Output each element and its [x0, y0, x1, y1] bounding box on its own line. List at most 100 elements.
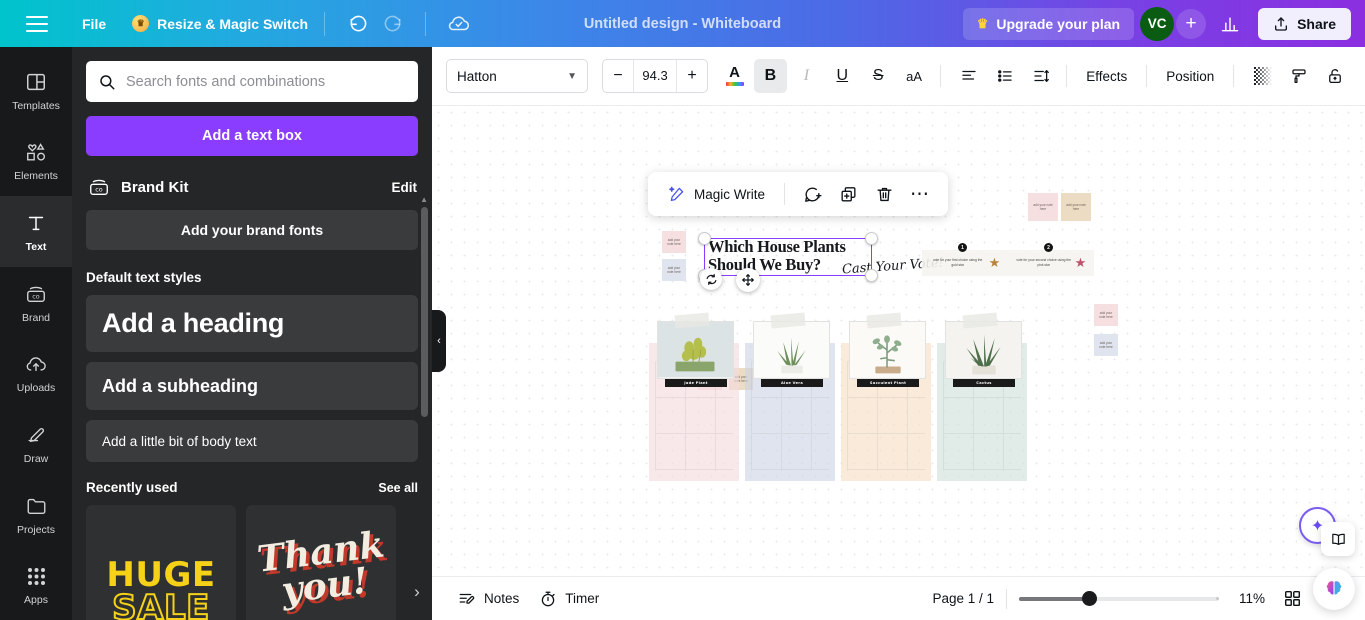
sidebar-item-apps[interactable]: Apps — [0, 549, 72, 620]
file-menu[interactable]: File — [82, 16, 106, 32]
add-collaborator-button[interactable]: + — [1176, 8, 1207, 39]
timer-button[interactable]: Timer — [529, 584, 609, 614]
style-add-body-text[interactable]: Add a little bit of body text — [86, 420, 418, 462]
sticky-note[interactable]: add your note here — [1094, 304, 1118, 326]
letter-case-button[interactable]: aA — [898, 59, 931, 93]
brain-icon[interactable] — [1313, 568, 1355, 610]
grid-view-icon[interactable] — [1277, 584, 1307, 614]
thumb-line-2: you! — [279, 559, 371, 613]
effects-button[interactable]: Effects — [1076, 62, 1137, 91]
sidebar-item-templates[interactable]: Templates — [0, 55, 72, 126]
undo-icon[interactable] — [341, 7, 375, 41]
duplicate-icon[interactable] — [832, 178, 864, 210]
sidebar-item-text[interactable]: Text — [0, 196, 72, 267]
add-brand-fonts-button[interactable]: Add your brand fonts — [86, 210, 418, 250]
strike-label: S — [872, 67, 884, 84]
plant-card[interactable]: Jade Plant — [649, 312, 739, 481]
collapse-panel-button[interactable]: ‹ — [432, 310, 446, 372]
book-icon[interactable] — [1321, 522, 1355, 556]
trash-icon[interactable] — [868, 178, 900, 210]
search-icon — [100, 74, 115, 89]
zoom-slider[interactable] — [1019, 591, 1219, 607]
chevron-right-icon[interactable]: › — [404, 579, 430, 605]
line-spacing-icon[interactable] — [1024, 59, 1057, 93]
canvas-area[interactable]: Magic Write ⋯ Which House Plants Should … — [432, 106, 1365, 620]
avatar[interactable]: VC — [1140, 6, 1175, 41]
style-add-subheading[interactable]: Add a subheading — [86, 362, 418, 410]
zoom-level[interactable]: 11% — [1231, 591, 1265, 606]
brand-kit-edit-link[interactable]: Edit — [392, 180, 418, 195]
style-label: Add a heading — [102, 308, 285, 338]
text-color-icon[interactable]: A — [718, 59, 751, 93]
plant-photo — [945, 321, 1022, 379]
move-handle-icon[interactable] — [736, 268, 760, 292]
sticky-note[interactable]: add your note here — [662, 231, 686, 253]
plant-card[interactable]: Aloe Vera — [745, 312, 835, 481]
list-item[interactable]: Thank you! — [246, 505, 396, 620]
upgrade-plan-button[interactable]: ♛ Upgrade your plan — [962, 7, 1135, 40]
sidebar-label: Draw — [23, 452, 49, 465]
sticky-note[interactable]: add your note here — [1094, 334, 1118, 356]
sidebar-item-elements[interactable]: Elements — [0, 126, 72, 197]
sidebar-label: Apps — [24, 594, 48, 607]
bold-button[interactable]: B — [753, 59, 787, 93]
notes-button[interactable]: Notes — [448, 584, 529, 614]
magic-write-button[interactable]: Magic Write — [660, 180, 773, 208]
chevron-down-icon: ▼ — [567, 70, 578, 82]
rotate-handle-icon[interactable] — [700, 268, 722, 290]
lock-icon[interactable] — [1318, 59, 1351, 93]
position-button[interactable]: Position — [1156, 62, 1224, 91]
paint-roller-icon[interactable] — [1282, 59, 1315, 93]
bullet-list-icon[interactable] — [988, 59, 1021, 93]
see-all-link[interactable]: See all — [378, 481, 418, 495]
font-size-input[interactable]: 94.3 — [633, 60, 678, 92]
font-family-select[interactable]: Hatton ▼ — [446, 59, 589, 93]
panel-scrollbar[interactable] — [421, 207, 428, 417]
sticky-note[interactable]: add your note here — [1061, 193, 1091, 221]
thank-you-art: Thank you! — [246, 505, 396, 612]
font-size-decrease[interactable]: − — [603, 67, 633, 85]
notes-icon — [459, 593, 475, 604]
font-size-increase[interactable]: + — [677, 67, 707, 85]
sidebar-item-projects[interactable]: Projects — [0, 479, 72, 550]
transparency-icon[interactable] — [1246, 59, 1279, 93]
sidebar-item-uploads[interactable]: Uploads — [0, 338, 72, 409]
sidebar-item-brand[interactable]: co Brand — [0, 267, 72, 338]
hamburger-icon[interactable] — [26, 15, 48, 32]
resize-handle-top-right[interactable] — [865, 232, 878, 245]
bar-chart-icon[interactable] — [1212, 7, 1248, 41]
cloud-saved-icon[interactable] — [442, 7, 476, 41]
italic-button[interactable]: I — [790, 59, 823, 93]
selected-text-element[interactable] — [698, 232, 878, 282]
search-input[interactable] — [126, 73, 406, 90]
add-comment-icon[interactable] — [796, 178, 828, 210]
add-text-box-button[interactable]: Add a text box — [86, 116, 418, 156]
sticky-note[interactable]: add your note here — [1028, 193, 1058, 221]
style-add-heading[interactable]: Add a heading — [86, 295, 418, 352]
strikethrough-button[interactable]: S — [862, 59, 895, 93]
underline-button[interactable]: U — [826, 59, 859, 93]
more-horizontal-icon[interactable]: ⋯ — [904, 178, 936, 210]
plant-card[interactable]: Succulent Plant — [841, 312, 931, 481]
share-label: Share — [1297, 15, 1336, 32]
sticky-note[interactable]: add your note here — [662, 259, 686, 281]
share-button[interactable]: Share — [1258, 7, 1351, 40]
svg-text:co: co — [32, 292, 40, 300]
style-label: Add a subheading — [102, 375, 259, 396]
case-label: aA — [906, 68, 923, 84]
resize-handle-bottom-right[interactable] — [865, 269, 878, 282]
resize-magic-switch-button[interactable]: ♛ Resize & Magic Switch — [132, 15, 308, 32]
sidebar-item-draw[interactable]: Draw — [0, 408, 72, 479]
align-left-icon[interactable] — [953, 59, 986, 93]
font-name: Hatton — [457, 68, 497, 84]
slider-fill — [1019, 596, 1089, 601]
resize-handle-top-left[interactable] — [698, 232, 711, 245]
scroll-up-indicator: ▲ — [420, 195, 428, 204]
plant-card[interactable]: Cactus — [937, 312, 1027, 481]
list-item[interactable]: HUGE SALE — [86, 505, 236, 620]
slider-knob[interactable] — [1082, 591, 1097, 606]
instruction-text: vote for your second choice using the pi… — [1016, 258, 1071, 267]
search-fonts-box[interactable] — [86, 61, 418, 102]
uploads-icon — [24, 351, 48, 377]
redo-icon[interactable] — [375, 7, 409, 41]
